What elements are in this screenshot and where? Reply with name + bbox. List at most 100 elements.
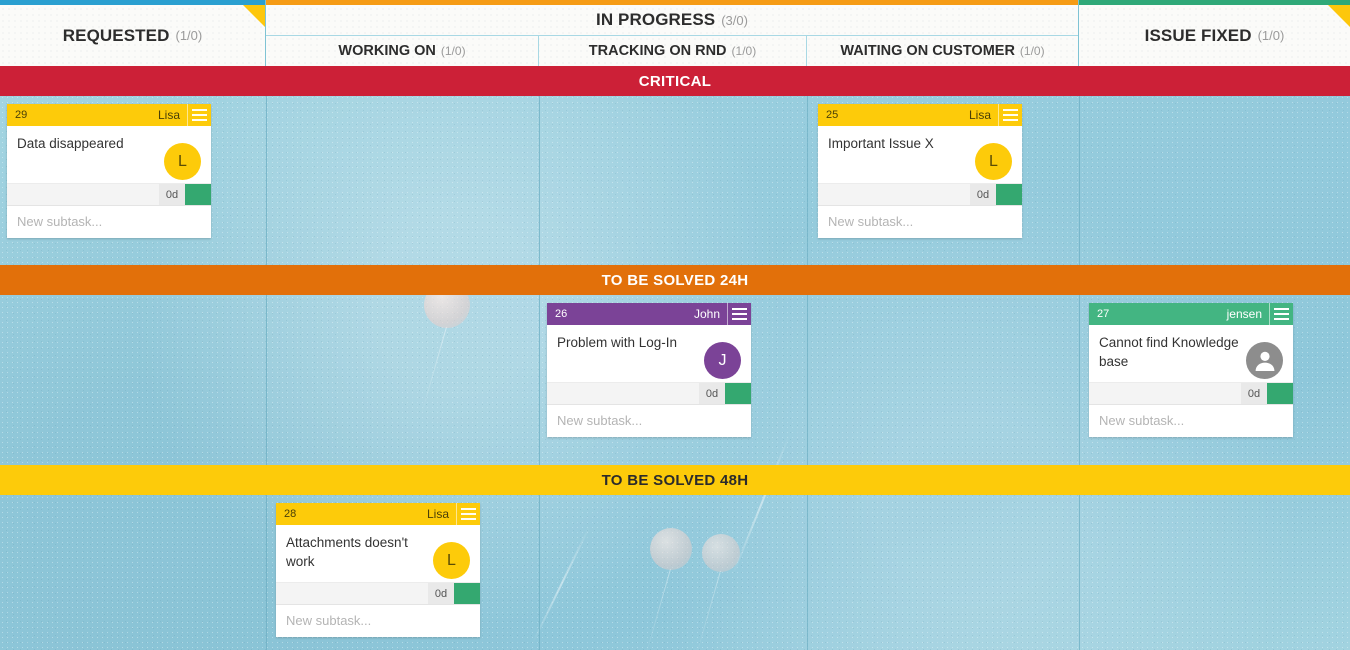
column-name: IN PROGRESS	[596, 10, 716, 29]
task-card[interactable]: 25 Lisa Important Issue X L 0d New subta…	[818, 104, 1022, 238]
subcolumn-name: TRACKING ON RND	[588, 43, 727, 59]
task-card[interactable]: 26 John Problem with Log-In J 0d New sub…	[547, 303, 751, 437]
hamburger-icon[interactable]	[1269, 303, 1293, 325]
card-id: 28	[284, 508, 297, 520]
swimlane-label: TO BE SOLVED 48H	[601, 471, 749, 489]
column-separator	[1079, 66, 1080, 650]
column-corner-flag-icon	[243, 5, 265, 27]
card-header: 26 John	[547, 303, 751, 325]
card-title: Important Issue X	[828, 136, 934, 151]
card-assignee: John	[693, 307, 720, 321]
column-count: (3/0)	[721, 12, 748, 28]
swimlane-label: CRITICAL	[638, 72, 712, 90]
avatar[interactable]: J	[704, 342, 741, 379]
new-subtask-input[interactable]: New subtask...	[1089, 405, 1293, 437]
column-count: (1/0)	[175, 28, 203, 43]
subcolumn-header-tracking-on-rnd[interactable]: TRACKING ON RND (1/0)	[539, 35, 807, 66]
task-card[interactable]: 29 Lisa Data disappeared L 0d New subtas…	[7, 104, 211, 238]
task-card[interactable]: 27 jensen Cannot find Knowledge base 0d …	[1089, 303, 1293, 437]
card-title: Problem with Log-In	[557, 335, 678, 350]
user-silhouette-icon	[1255, 351, 1274, 371]
subcolumn-count: (1/0)	[731, 44, 757, 58]
new-subtask-input[interactable]: New subtask...	[547, 405, 751, 437]
column-separator	[807, 66, 808, 650]
swimlane-header-24h[interactable]: TO BE SOLVED 24H	[0, 265, 1350, 295]
card-days-badge: 0d	[428, 583, 454, 604]
card-assignee: Lisa	[426, 507, 449, 521]
column-header-requested[interactable]: REQUESTED (1/0)	[0, 0, 266, 66]
meter-track	[547, 383, 699, 404]
kanban-board: REQUESTED (1/0) IN PROGRESS (3/0) WORKIN…	[0, 0, 1350, 650]
new-subtask-input[interactable]: New subtask...	[276, 605, 480, 637]
column-separator	[266, 66, 267, 650]
avatar[interactable]: L	[164, 143, 201, 180]
card-status-flag[interactable]	[454, 583, 480, 604]
card-status-flag[interactable]	[185, 184, 211, 205]
background-blob-decoration	[650, 528, 692, 570]
meter-track	[276, 583, 428, 604]
column-header-in-progress[interactable]: IN PROGRESS (3/0) WORKING ON (1/0) TRACK…	[266, 0, 1079, 66]
card-id: 27	[1097, 308, 1110, 320]
avatar[interactable]: L	[433, 542, 470, 579]
card-header: 25 Lisa	[818, 104, 1022, 126]
card-status-flag[interactable]	[1267, 383, 1293, 404]
card-status-flag[interactable]	[725, 383, 751, 404]
card-title: Data disappeared	[17, 136, 124, 151]
new-subtask-input[interactable]: New subtask...	[7, 206, 211, 238]
card-assignee: Lisa	[968, 108, 991, 122]
card-days-badge: 0d	[970, 184, 996, 205]
card-header: 27 jensen	[1089, 303, 1293, 325]
card-id: 25	[826, 109, 839, 121]
subcolumn-count: (1/0)	[440, 44, 466, 58]
subcolumn-name: WAITING ON CUSTOMER	[840, 43, 1015, 59]
swimlane-label: TO BE SOLVED 24H	[601, 271, 749, 289]
column-corner-flag-icon	[1328, 5, 1350, 27]
subcolumn-header-working-on[interactable]: WORKING ON (1/0)	[266, 35, 539, 66]
column-name: ISSUE FIXED	[1144, 25, 1252, 45]
column-title-issue-fixed: ISSUE FIXED (1/0)	[1079, 5, 1350, 66]
subcolumn-name: WORKING ON	[338, 43, 436, 59]
card-assignee: jensen	[1226, 307, 1262, 321]
new-subtask-input[interactable]: New subtask...	[818, 206, 1022, 238]
card-title: Cannot find Knowledge base	[1099, 335, 1239, 369]
card-progress-meter: 0d	[7, 184, 211, 206]
column-header-issue-fixed[interactable]: ISSUE FIXED (1/0)	[1079, 0, 1350, 66]
card-title: Attachments doesn't work	[286, 535, 408, 569]
hamburger-icon[interactable]	[456, 503, 480, 525]
card-id: 26	[555, 308, 568, 320]
avatar-initial: L	[989, 152, 998, 170]
card-header: 29 Lisa	[7, 104, 211, 126]
hamburger-icon[interactable]	[727, 303, 751, 325]
card-body: Data disappeared L	[7, 126, 211, 184]
avatar-initial: L	[178, 152, 187, 170]
column-count: (1/0)	[1257, 28, 1285, 43]
card-assignee: Lisa	[157, 108, 180, 122]
hamburger-icon[interactable]	[187, 104, 211, 126]
card-progress-meter: 0d	[276, 583, 480, 605]
card-header: 28 Lisa	[276, 503, 480, 525]
card-status-flag[interactable]	[996, 184, 1022, 205]
card-body: Problem with Log-In J	[547, 325, 751, 383]
avatar[interactable]	[1246, 342, 1283, 379]
background-streak-decoration	[731, 435, 791, 575]
avatar-initial: L	[447, 551, 456, 569]
card-body: Cannot find Knowledge base	[1089, 325, 1293, 383]
card-body: Important Issue X L	[818, 126, 1022, 184]
card-days-badge: 0d	[159, 184, 185, 205]
card-days-badge: 0d	[699, 383, 725, 404]
hamburger-icon[interactable]	[998, 104, 1022, 126]
avatar[interactable]: L	[975, 143, 1012, 180]
card-body: Attachments doesn't work L	[276, 525, 480, 583]
meter-track	[7, 184, 159, 205]
task-card[interactable]: 28 Lisa Attachments doesn't work L 0d Ne…	[276, 503, 480, 637]
swimlane-header-critical[interactable]: CRITICAL	[0, 66, 1350, 96]
subcolumn-count: (1/0)	[1019, 44, 1045, 58]
column-separator	[539, 66, 540, 650]
background-blob-decoration	[702, 534, 740, 572]
swimlane-header-48h[interactable]: TO BE SOLVED 48H	[0, 465, 1350, 495]
board-header: REQUESTED (1/0) IN PROGRESS (3/0) WORKIN…	[0, 0, 1350, 66]
subcolumn-header-waiting-on-customer[interactable]: WAITING ON CUSTOMER (1/0)	[807, 35, 1078, 66]
card-progress-meter: 0d	[1089, 383, 1293, 405]
card-progress-meter: 0d	[818, 184, 1022, 206]
meter-track	[818, 184, 970, 205]
